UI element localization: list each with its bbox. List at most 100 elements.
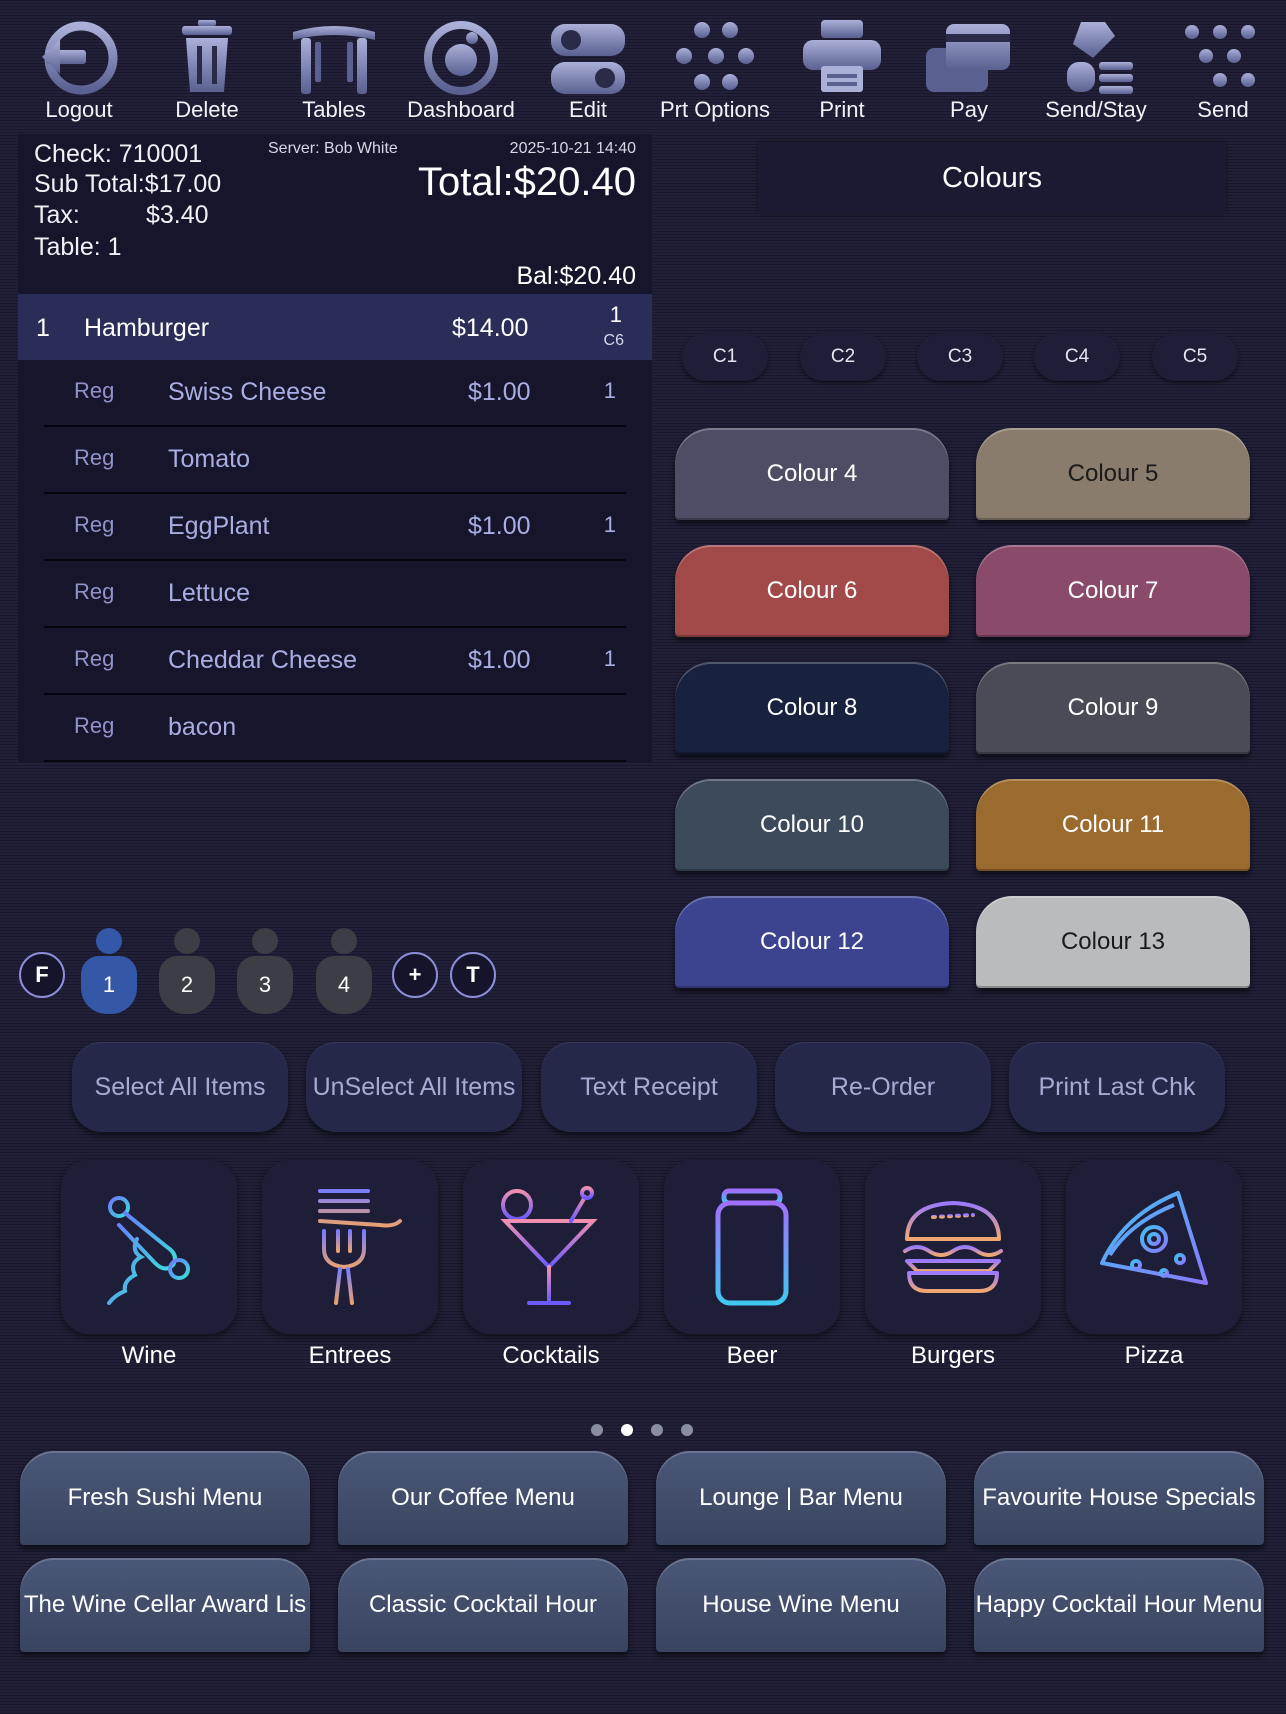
colour-button-13[interactable]: Colour 13	[976, 896, 1250, 988]
colour-tab-c4[interactable]: C4	[1034, 333, 1120, 381]
item-name: Hamburger	[84, 314, 210, 342]
seat-head	[252, 928, 278, 954]
check-panel: Check: 710001 Sub Total:$17.00 Tax: $3.4…	[18, 134, 652, 762]
colour-tab-c3[interactable]: C3	[917, 333, 1003, 381]
colour-button-8[interactable]: Colour 8	[675, 662, 949, 754]
prt-options-button[interactable]: Prt Options	[653, 18, 777, 126]
printer-icon	[803, 20, 881, 92]
send-button[interactable]: Send	[1161, 18, 1285, 126]
pay-button[interactable]: Pay	[907, 18, 1031, 126]
modifier-row[interactable]: Reg bacon	[44, 695, 626, 762]
logout-button[interactable]: Logout	[17, 18, 141, 126]
modifier-row[interactable]: Reg Tomato	[44, 427, 626, 494]
category-pizza[interactable]: Pizza	[1066, 1160, 1242, 1370]
check-total: Total:$20.40	[418, 160, 636, 204]
seat-4[interactable]: 4	[314, 926, 374, 1022]
colour-button-7[interactable]: Colour 7	[976, 545, 1250, 637]
text-receipt-button[interactable]: Text Receipt	[541, 1042, 757, 1132]
menu-fresh-sushi[interactable]: Fresh Sushi Menu	[20, 1451, 310, 1545]
modifier-price: $1.00	[468, 646, 531, 674]
modifier-row[interactable]: Reg Swiss Cheese $1.00 1	[44, 360, 626, 427]
seat-3[interactable]: 3	[235, 926, 295, 1022]
seat-number: 4	[316, 956, 372, 1014]
modifier-price: $1.00	[468, 378, 531, 406]
modifier-row[interactable]: Reg Cheddar Cheese $1.00 1	[44, 628, 626, 695]
order-item-main[interactable]: 1 Hamburger $14.00 1 C6	[18, 294, 652, 360]
modifier-type: Reg	[74, 646, 115, 671]
colour-tab-c1[interactable]: C1	[682, 333, 768, 381]
tables-button[interactable]: Tables	[272, 18, 396, 126]
dashboard-icon	[424, 21, 498, 95]
modifier-row[interactable]: Reg EggPlant $1.00 1	[44, 494, 626, 561]
send-stay-icon	[1067, 22, 1133, 94]
category-tile	[865, 1160, 1041, 1334]
page-dot-3[interactable]	[651, 1424, 663, 1436]
item-qty: 1	[36, 314, 50, 342]
menu-coffee[interactable]: Our Coffee Menu	[338, 1451, 628, 1545]
seat-1[interactable]: 1	[79, 926, 139, 1022]
edit-icon	[551, 24, 625, 94]
plus-icon: +	[408, 962, 422, 987]
print-button[interactable]: Print	[780, 18, 904, 126]
category-cocktails[interactable]: Cocktails	[463, 1160, 639, 1370]
toolbar: Logout Delete Tables Dashboard Edit Prt …	[0, 0, 1286, 126]
colour-button-10[interactable]: Colour 10	[675, 779, 949, 871]
seat-2[interactable]: 2	[157, 926, 217, 1022]
card-icon	[926, 24, 1010, 92]
colour-button-12[interactable]: Colour 12	[675, 896, 949, 988]
seat-number: 2	[159, 956, 215, 1014]
category-label: Entrees	[308, 1342, 392, 1369]
colour-tab-c2[interactable]: C2	[800, 333, 886, 381]
tax-value: $3.40	[146, 201, 209, 229]
colour-button-4[interactable]: Colour 4	[675, 428, 949, 520]
seat-head	[96, 928, 122, 954]
category-label: Cocktails	[502, 1342, 600, 1369]
table-seat-button[interactable]: T	[450, 952, 496, 998]
server-name: Server: Bob White	[268, 140, 398, 157]
category-entrees[interactable]: Entrees	[262, 1160, 438, 1370]
menu-happy-cocktail[interactable]: Happy Cocktail Hour Menu	[974, 1558, 1264, 1652]
category-burgers[interactable]: Burgers	[865, 1160, 1041, 1370]
colour-button-9[interactable]: Colour 9	[976, 662, 1250, 754]
seat-number: 3	[237, 956, 293, 1014]
menu-house-wine[interactable]: House Wine Menu	[656, 1558, 946, 1652]
colours-panel-title: Colours	[758, 142, 1226, 214]
seat-head	[174, 928, 200, 954]
delete-label: Delete	[175, 97, 239, 122]
send-stay-button[interactable]: Send/Stay	[1034, 18, 1158, 126]
add-seat-button[interactable]: +	[392, 952, 438, 998]
menu-classic-cocktail[interactable]: Classic Cocktail Hour	[338, 1558, 628, 1652]
table-number: Table: 1	[34, 233, 122, 261]
category-beer[interactable]: Beer	[664, 1160, 840, 1370]
fire-seat-button[interactable]: F	[19, 952, 65, 998]
dashboard-label: Dashboard	[407, 97, 515, 122]
colour-tab-c5[interactable]: C5	[1152, 333, 1238, 381]
select-all-items-button[interactable]: Select All Items	[72, 1042, 288, 1132]
category-label: Pizza	[1124, 1342, 1184, 1369]
edit-button[interactable]: Edit	[526, 18, 650, 126]
unselect-all-items-button[interactable]: UnSelect All Items	[306, 1042, 522, 1132]
page-dot-2[interactable]	[621, 1424, 633, 1436]
category-tile	[664, 1160, 840, 1334]
category-wine[interactable]: Wine	[61, 1160, 237, 1370]
colour-button-6[interactable]: Colour 6	[675, 545, 949, 637]
re-order-button[interactable]: Re-Order	[775, 1042, 991, 1132]
colour-button-5[interactable]: Colour 5	[976, 428, 1250, 520]
logout-label: Logout	[45, 97, 113, 122]
modifier-row[interactable]: Reg Lettuce	[44, 561, 626, 628]
modifier-type: Reg	[74, 378, 115, 403]
f-icon: F	[35, 962, 49, 987]
delete-button[interactable]: Delete	[145, 18, 269, 126]
page-dot-1[interactable]	[591, 1424, 603, 1436]
send-icon	[1185, 25, 1255, 87]
colour-button-11[interactable]: Colour 11	[976, 779, 1250, 871]
print-last-check-button[interactable]: Print Last Chk	[1009, 1042, 1225, 1132]
menu-house-specials[interactable]: Favourite House Specials	[974, 1451, 1264, 1545]
dashboard-button[interactable]: Dashboard	[399, 18, 523, 126]
page-dot-4[interactable]	[681, 1424, 693, 1436]
seat-number: 1	[81, 956, 137, 1014]
category-label: Burgers	[910, 1342, 996, 1369]
menu-lounge-bar[interactable]: Lounge | Bar Menu	[656, 1451, 946, 1545]
menu-wine-cellar[interactable]: The Wine Cellar Award Lis	[20, 1558, 310, 1652]
corkscrew-icon	[107, 1196, 190, 1305]
